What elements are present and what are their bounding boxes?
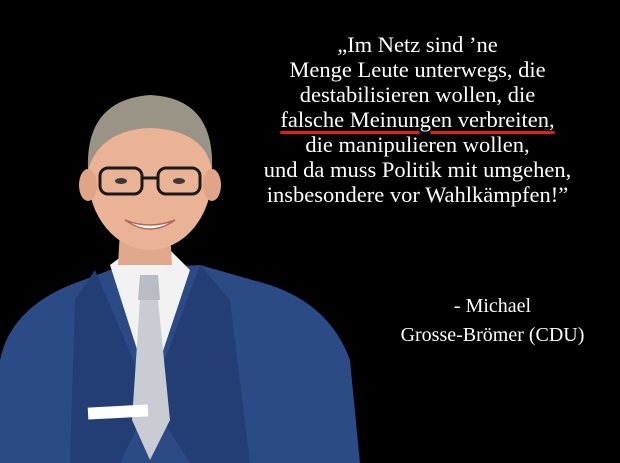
quote-line-4-underlined: falsche Meinungen verbreiten, <box>280 107 555 132</box>
quote-line-5: die manipulieren wollen, <box>305 132 530 157</box>
quote-line-1: „Im Netz sind ’ne <box>337 32 498 57</box>
attribution: - Michael Grosse-Brömer (CDU) <box>370 292 615 350</box>
quote-line-2: Menge Leute unterwegs, die <box>289 57 546 82</box>
quote-line-6: und da muss Politik mit umgehen, <box>263 157 572 182</box>
attribution-line-2: Grosse-Brömer (CDU) <box>400 324 585 346</box>
quote-line-3: destabilisieren wollen, die <box>299 82 536 107</box>
attribution-line-1: - Michael <box>453 295 532 317</box>
quote-line-7: insbesondere vor Wahlkämpfen!” <box>266 182 569 207</box>
quote-text: „Im Netz sind ’ne Menge Leute unterwegs,… <box>215 32 620 207</box>
